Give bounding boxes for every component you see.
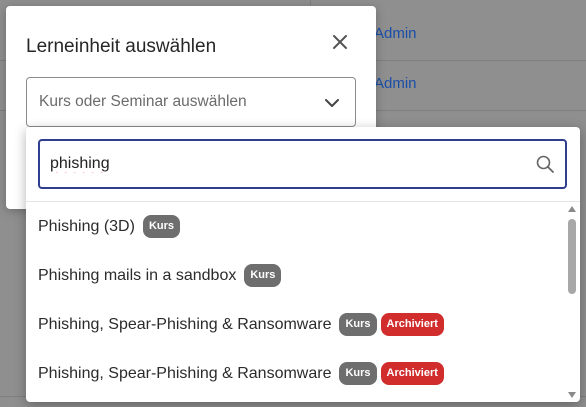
- item-label: Phishing mails in a sandbox: [38, 266, 237, 284]
- scroll-up-arrow[interactable]: [568, 206, 576, 212]
- background-admin-link[interactable]: Admin: [374, 25, 417, 42]
- dialog-title: Lerneinheit auswählen: [26, 36, 217, 57]
- archived-badge: Archiviert: [380, 313, 444, 336]
- select-dropdown-panel: Phishing (3D) Kurs Phishing mails in a s…: [26, 127, 580, 402]
- kurs-badge: Kurs: [244, 264, 282, 287]
- kurs-badge: Kurs: [339, 313, 377, 336]
- scroll-down-arrow[interactable]: [568, 392, 576, 398]
- list-item[interactable]: Phishing (3D) Kurs: [26, 202, 564, 251]
- close-button[interactable]: [328, 30, 352, 54]
- list-item[interactable]: Phishing, Spear-Phishing & Ransomware Ku…: [26, 349, 564, 398]
- scroll-thumb[interactable]: [568, 219, 576, 294]
- kurs-badge: Kurs: [142, 215, 180, 238]
- search-input[interactable]: [50, 141, 520, 187]
- list-item[interactable]: Phishing, Spear-Phishing & Ransomware Ku…: [26, 300, 564, 349]
- kurs-badge: Kurs: [339, 362, 377, 385]
- archived-badge: Archiviert: [380, 362, 444, 385]
- select-placeholder: Kurs oder Seminar auswählen: [39, 93, 247, 110]
- search-icon[interactable]: [535, 154, 555, 174]
- background-admin-link[interactable]: Admin: [374, 75, 417, 92]
- learning-unit-select[interactable]: Kurs oder Seminar auswählen: [26, 77, 356, 127]
- list-item[interactable]: Phishing mails in a sandbox Kurs: [26, 251, 564, 300]
- search-field: [38, 139, 567, 189]
- item-label: Phishing, Spear-Phishing & Ransomware: [38, 364, 332, 382]
- scrollbar[interactable]: [564, 202, 580, 402]
- close-icon: [333, 35, 347, 49]
- results-list: Phishing (3D) Kurs Phishing mails in a s…: [26, 202, 564, 398]
- chevron-down-icon: [325, 99, 339, 107]
- item-label: Phishing (3D): [38, 217, 135, 235]
- item-label: Phishing, Spear-Phishing & Ransomware: [38, 315, 332, 333]
